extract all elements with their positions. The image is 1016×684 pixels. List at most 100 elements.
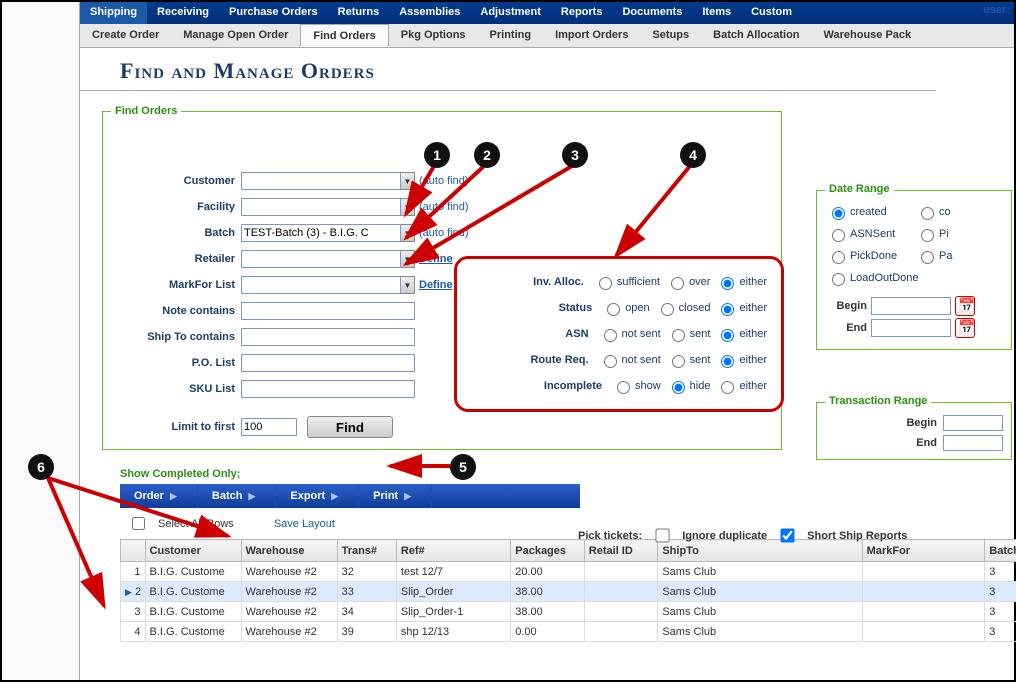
- po-input[interactable]: [241, 354, 415, 372]
- topnav-reports[interactable]: Reports: [551, 2, 613, 24]
- markfor-define[interactable]: Define: [419, 279, 453, 291]
- page-title: Find and Manage Orders: [120, 58, 1014, 84]
- filter-route-sent[interactable]: sent: [667, 352, 711, 368]
- daterange-PickDone[interactable]: PickDone: [827, 248, 912, 264]
- subnav-setups[interactable]: Setups: [640, 24, 701, 47]
- note-input[interactable]: [241, 302, 415, 320]
- filter-asn-not-sent[interactable]: not sent: [599, 326, 661, 342]
- actionbar-order[interactable]: Order▶: [120, 484, 198, 508]
- col-Ref#[interactable]: Ref#: [396, 540, 510, 562]
- batch-auto-find[interactable]: (auto find): [419, 227, 469, 239]
- topnav-shipping[interactable]: Shipping: [80, 2, 147, 24]
- callout-6: 6: [28, 454, 54, 480]
- daterange-LoadOutDone[interactable]: LoadOutDone: [827, 270, 919, 286]
- short-ship-checkbox[interactable]: [781, 528, 795, 542]
- facility-input[interactable]: [241, 198, 401, 216]
- table-row[interactable]: 3B.I.G. CustomeWarehouse #234Slip_Order-…: [121, 602, 1016, 622]
- topnav-purchase-orders[interactable]: Purchase Orders: [219, 2, 328, 24]
- facility-auto-find[interactable]: (auto find): [419, 201, 469, 213]
- retailer-define[interactable]: Define: [419, 253, 453, 265]
- retailer-dropdown[interactable]: ▼: [401, 250, 415, 268]
- callout-4: 4: [680, 142, 706, 168]
- tx-begin-input[interactable]: [943, 415, 1003, 431]
- date-end-input[interactable]: [871, 319, 951, 337]
- customer-input[interactable]: [241, 172, 401, 190]
- filter-incomplete-either[interactable]: either: [716, 378, 767, 394]
- filter-route-either[interactable]: either: [716, 352, 767, 368]
- subnav-pkg-options[interactable]: Pkg Options: [389, 24, 478, 47]
- filter-status-open[interactable]: open: [602, 300, 649, 316]
- calendar-icon[interactable]: [955, 296, 975, 316]
- filter-asn-sent[interactable]: sent: [667, 326, 711, 342]
- tx-end-input[interactable]: [943, 435, 1003, 451]
- topnav-items[interactable]: Items: [692, 2, 741, 24]
- ignore-duplicate-checkbox[interactable]: [656, 528, 670, 542]
- table-row[interactable]: 4B.I.G. CustomeWarehouse #239shp 12/130.…: [121, 622, 1016, 642]
- subnav-batch-allocation[interactable]: Batch Allocation: [701, 24, 811, 47]
- subnav-manage-open-order[interactable]: Manage Open Order: [171, 24, 300, 47]
- daterange-ASNSent[interactable]: ASNSent: [827, 226, 912, 242]
- actionbar-export[interactable]: Export▶: [276, 484, 359, 508]
- topnav-adjustment[interactable]: Adjustment: [470, 2, 551, 24]
- markfor-dropdown[interactable]: ▼: [401, 276, 415, 294]
- markfor-label: MarkFor List: [111, 279, 241, 291]
- facility-dropdown[interactable]: ▼: [401, 198, 415, 216]
- daterange-Pa[interactable]: Pa: [916, 248, 1001, 264]
- markfor-input[interactable]: [241, 276, 401, 294]
- filter-asn-either[interactable]: either: [716, 326, 767, 342]
- filter-route-not-sent[interactable]: not sent: [599, 352, 661, 368]
- filter-incomplete-hide[interactable]: hide: [667, 378, 711, 394]
- table-row[interactable]: 1B.I.G. CustomeWarehouse #232test 12/720…: [121, 562, 1016, 582]
- transaction-range-fieldset: Transaction Range Begin End: [816, 402, 1012, 460]
- pick-tickets-label: Pick tickets:: [578, 530, 642, 542]
- col-rownum[interactable]: [121, 540, 146, 562]
- show-completed-label: Show Completed Only;: [120, 468, 1014, 480]
- actionbar-batch[interactable]: Batch▶: [198, 484, 276, 508]
- shipto-input[interactable]: [241, 328, 415, 346]
- filter-inv_alloc-sufficient[interactable]: sufficient: [594, 274, 660, 290]
- left-pane: [2, 2, 80, 680]
- customer-dropdown[interactable]: ▼: [401, 172, 415, 190]
- save-layout-link[interactable]: Save Layout: [274, 518, 335, 530]
- find-button[interactable]: Find: [307, 416, 393, 438]
- filter-incomplete-show[interactable]: show: [612, 378, 661, 394]
- customer-auto-find[interactable]: (auto find): [419, 175, 469, 187]
- filter-status-closed[interactable]: closed: [656, 300, 711, 316]
- filter-inv_alloc-over[interactable]: over: [666, 274, 710, 290]
- daterange-co[interactable]: co: [916, 204, 1001, 220]
- retailer-input[interactable]: [241, 250, 401, 268]
- filter-inv_alloc-either[interactable]: either: [716, 274, 767, 290]
- subnav-import-orders[interactable]: Import Orders: [543, 24, 640, 47]
- subnav-find-orders[interactable]: Find Orders: [300, 24, 388, 47]
- callout-1: 1: [424, 142, 450, 168]
- subnav-warehouse-pack[interactable]: Warehouse Pack: [812, 24, 924, 47]
- subnav-create-order[interactable]: Create Order: [80, 24, 171, 47]
- col-Trans#[interactable]: Trans#: [337, 540, 396, 562]
- table-row[interactable]: ▶ 2B.I.G. CustomeWarehouse #233Slip_Orde…: [121, 582, 1016, 602]
- callout-5: 5: [450, 454, 476, 480]
- topnav-receiving[interactable]: Receiving: [147, 2, 219, 24]
- topnav-custom[interactable]: Custom: [741, 2, 802, 24]
- sku-input[interactable]: [241, 380, 415, 398]
- topnav-assemblies[interactable]: Assemblies: [389, 2, 470, 24]
- date-begin-input[interactable]: [871, 297, 951, 315]
- batch-input[interactable]: [241, 224, 401, 242]
- col-Warehouse[interactable]: Warehouse: [241, 540, 337, 562]
- daterange-created[interactable]: created: [827, 204, 912, 220]
- po-label: P.O. List: [111, 357, 241, 369]
- col-Packages[interactable]: Packages: [511, 540, 585, 562]
- col-BatchID[interactable]: BatchID: [985, 540, 1016, 562]
- calendar-icon[interactable]: [955, 318, 975, 338]
- select-all-checkbox[interactable]: [132, 517, 145, 530]
- subnav-printing[interactable]: Printing: [478, 24, 544, 47]
- filter-status-either[interactable]: either: [716, 300, 767, 316]
- batch-dropdown[interactable]: ▼: [401, 224, 415, 242]
- daterange-Pi[interactable]: Pi: [916, 226, 1001, 242]
- date-range-fieldset: Date Range createdcoASNSentPiPickDonePaL…: [816, 190, 1012, 350]
- topnav-documents[interactable]: Documents: [612, 2, 692, 24]
- ignore-duplicate-label: Ignore duplicate: [682, 530, 767, 542]
- actionbar-print[interactable]: Print▶: [359, 484, 432, 508]
- limit-input[interactable]: [241, 418, 297, 436]
- col-Customer[interactable]: Customer: [145, 540, 241, 562]
- topnav-returns[interactable]: Returns: [328, 2, 390, 24]
